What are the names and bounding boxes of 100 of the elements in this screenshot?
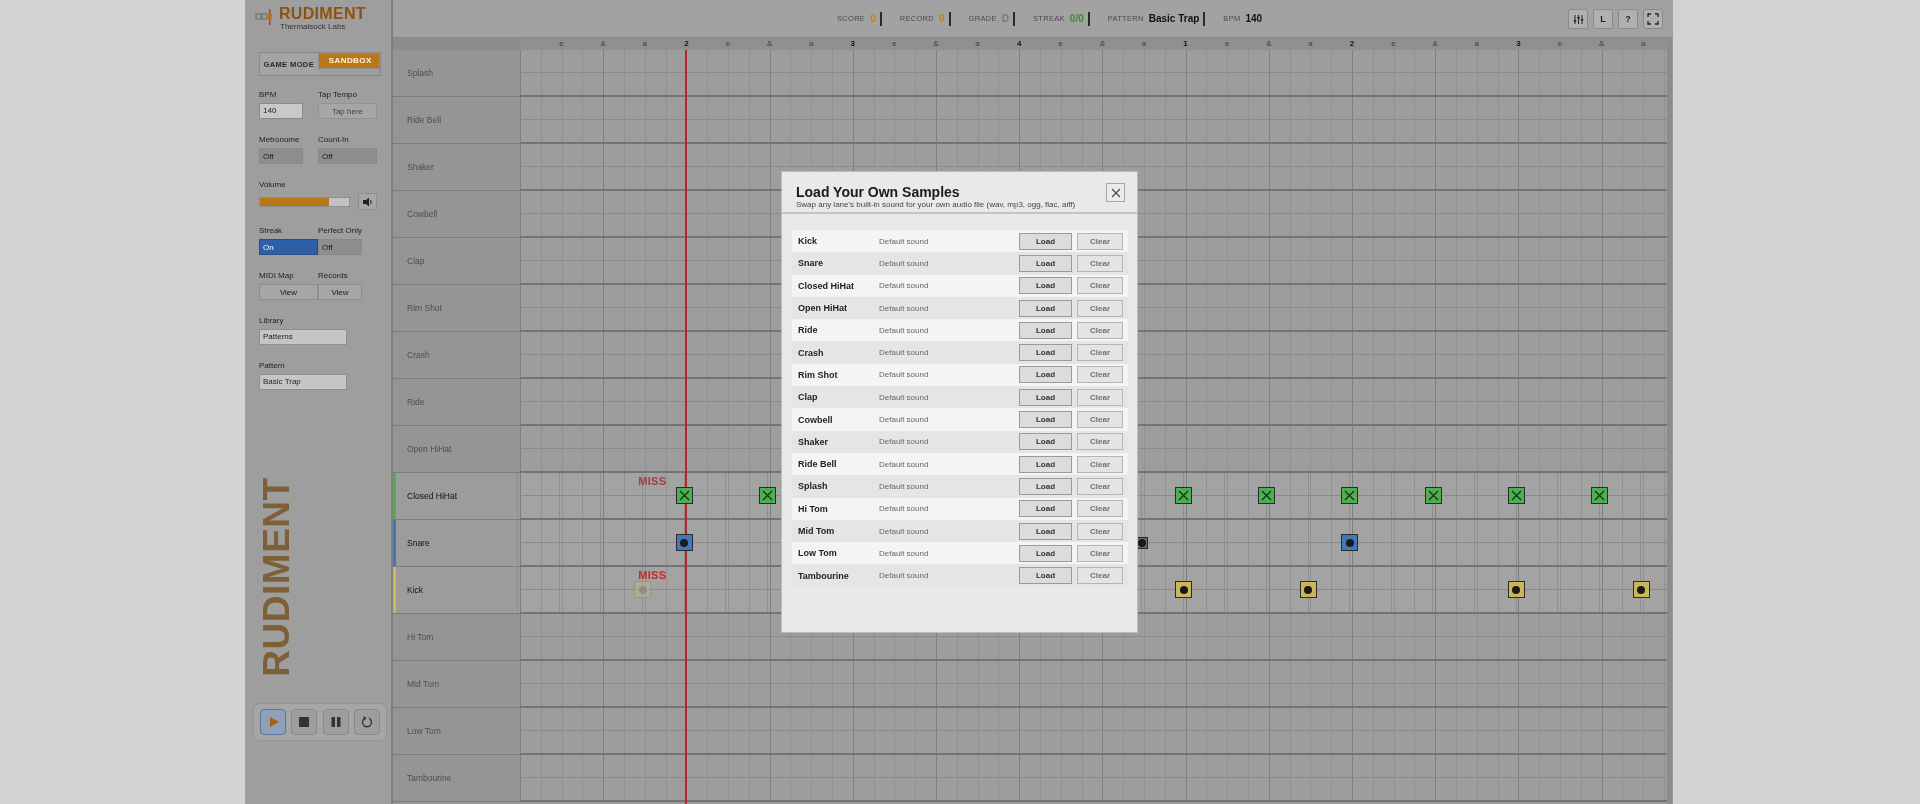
- sample-name: Closed HiHat: [798, 280, 855, 291]
- lane-label[interactable]: Ride Bell: [407, 115, 442, 125]
- pause-icon: [329, 716, 342, 728]
- lane-label[interactable]: Cowbell: [407, 209, 438, 219]
- note-marker[interactable]: [1341, 534, 1359, 551]
- ruler-label: &: [1098, 39, 1107, 49]
- sample-status: Default sound: [879, 481, 930, 491]
- ruler-label: a: [1473, 39, 1480, 49]
- sliders-icon: [1572, 13, 1584, 25]
- load-button[interactable]: Load: [1019, 299, 1072, 317]
- note-marker[interactable]: [675, 534, 693, 551]
- ruler-label: e: [1556, 39, 1564, 49]
- ruler-label: 1: [1182, 39, 1189, 49]
- load-button[interactable]: Load: [1019, 366, 1072, 384]
- lane-label[interactable]: Splash: [407, 68, 433, 78]
- fullscreen-button[interactable]: [1643, 9, 1663, 29]
- load-button[interactable]: Load: [1019, 321, 1072, 339]
- missed-note[interactable]: [634, 581, 652, 598]
- ruler-label: &: [765, 39, 774, 49]
- ruler-label: a: [641, 39, 648, 49]
- lane-label[interactable]: Ride: [407, 397, 425, 407]
- control-label: Library: [259, 316, 285, 326]
- miss-label: MISS: [637, 475, 668, 487]
- lane-label[interactable]: Snare: [407, 538, 430, 548]
- ruler-label: &: [1265, 39, 1273, 49]
- note-marker[interactable]: [1632, 581, 1650, 598]
- sample-status: Default sound: [879, 526, 930, 536]
- load-button[interactable]: Load: [1019, 232, 1072, 250]
- speaker-icon: [362, 196, 373, 207]
- mode-tab[interactable]: SANDBOX: [317, 53, 380, 69]
- sample-name: Kick: [798, 236, 818, 247]
- sample-status: Default sound: [879, 392, 930, 402]
- ruler-label: &: [932, 39, 940, 49]
- toggle-button[interactable]: Off: [259, 148, 303, 164]
- pause-button[interactable]: [322, 709, 349, 735]
- ruler-label: e: [724, 39, 732, 49]
- miss-label: MISS: [637, 569, 668, 581]
- load-button[interactable]: Load: [1019, 254, 1072, 272]
- ruler-label: 4: [1015, 39, 1023, 49]
- sample-status: Default sound: [879, 504, 930, 514]
- load-button[interactable]: Load: [1019, 344, 1072, 362]
- sample-name: Crash: [798, 347, 825, 358]
- lane-label[interactable]: Kick: [407, 585, 424, 595]
- load-button[interactable]: Load: [1019, 567, 1072, 585]
- load-button[interactable]: Load: [1019, 277, 1072, 295]
- stop-icon: [298, 716, 311, 728]
- load-button[interactable]: Load: [1019, 411, 1072, 428]
- loop-button[interactable]: [354, 709, 381, 735]
- sample-name: Ride: [798, 325, 819, 336]
- note-marker[interactable]: [1175, 581, 1193, 598]
- watermark-logo: RUDIMENT: [257, 477, 296, 677]
- lane-label[interactable]: Low Tom: [407, 726, 441, 736]
- lane-label[interactable]: Mid Tom: [407, 679, 439, 689]
- volume-slider[interactable]: [259, 196, 350, 207]
- sample-name: Cowbell: [798, 414, 834, 425]
- play-button[interactable]: [259, 709, 286, 735]
- lane-label[interactable]: Open HiHat: [407, 444, 452, 454]
- fullscreen-icon: [1647, 13, 1659, 25]
- toggle-button[interactable]: Off: [318, 148, 377, 164]
- load-button[interactable]: Load: [1019, 522, 1072, 540]
- ruler-label: &: [599, 39, 607, 49]
- close-button[interactable]: [1106, 183, 1125, 202]
- tap-button[interactable]: Tap here: [318, 103, 377, 119]
- sample-status: Default sound: [879, 281, 930, 291]
- toolbar-button[interactable]: ?: [1618, 9, 1638, 29]
- sample-status: Default sound: [879, 571, 930, 581]
- lane-label[interactable]: Shaker: [407, 162, 434, 172]
- sound-button[interactable]: [357, 193, 377, 210]
- note-marker[interactable]: [1299, 581, 1317, 598]
- view-button[interactable]: View: [318, 284, 362, 300]
- stop-button[interactable]: [291, 709, 318, 735]
- ruler-label: e: [1223, 39, 1231, 49]
- lane-label[interactable]: Rim Shot: [407, 303, 442, 313]
- note-marker[interactable]: [1507, 581, 1525, 598]
- sample-status: Default sound: [879, 348, 930, 358]
- lane-label[interactable]: Crash: [407, 350, 430, 360]
- control-label: Records: [318, 271, 349, 281]
- close-icon: [1110, 187, 1121, 198]
- ruler-label: 2: [683, 39, 690, 49]
- view-button[interactable]: View: [259, 284, 318, 300]
- lane-label[interactable]: Closed HiHat: [407, 491, 458, 501]
- play-icon: [268, 716, 281, 728]
- sample-name: Open HiHat: [798, 303, 848, 314]
- load-button[interactable]: Load: [1019, 455, 1072, 473]
- lane-label[interactable]: Tambourine: [407, 773, 452, 783]
- toggle-button[interactable]: Off: [318, 239, 362, 255]
- select-field[interactable]: Basic Trap: [259, 374, 347, 390]
- mixer-button[interactable]: [1568, 9, 1588, 29]
- load-button[interactable]: Load: [1019, 433, 1072, 451]
- sample-status: Default sound: [879, 415, 930, 424]
- dialog-title: Load Your Own Samples: [796, 184, 961, 200]
- lane-label[interactable]: Clap: [407, 256, 425, 266]
- select-field[interactable]: Patterns: [259, 329, 347, 345]
- load-button[interactable]: Load: [1019, 544, 1072, 562]
- load-button[interactable]: Load: [1019, 388, 1072, 406]
- toggle-button[interactable]: On: [259, 239, 318, 255]
- sample-status: Default sound: [879, 548, 930, 558]
- bpm-field[interactable]: 140: [259, 103, 303, 119]
- sample-status: Default sound: [879, 459, 930, 469]
- toolbar-button[interactable]: L: [1593, 9, 1613, 29]
